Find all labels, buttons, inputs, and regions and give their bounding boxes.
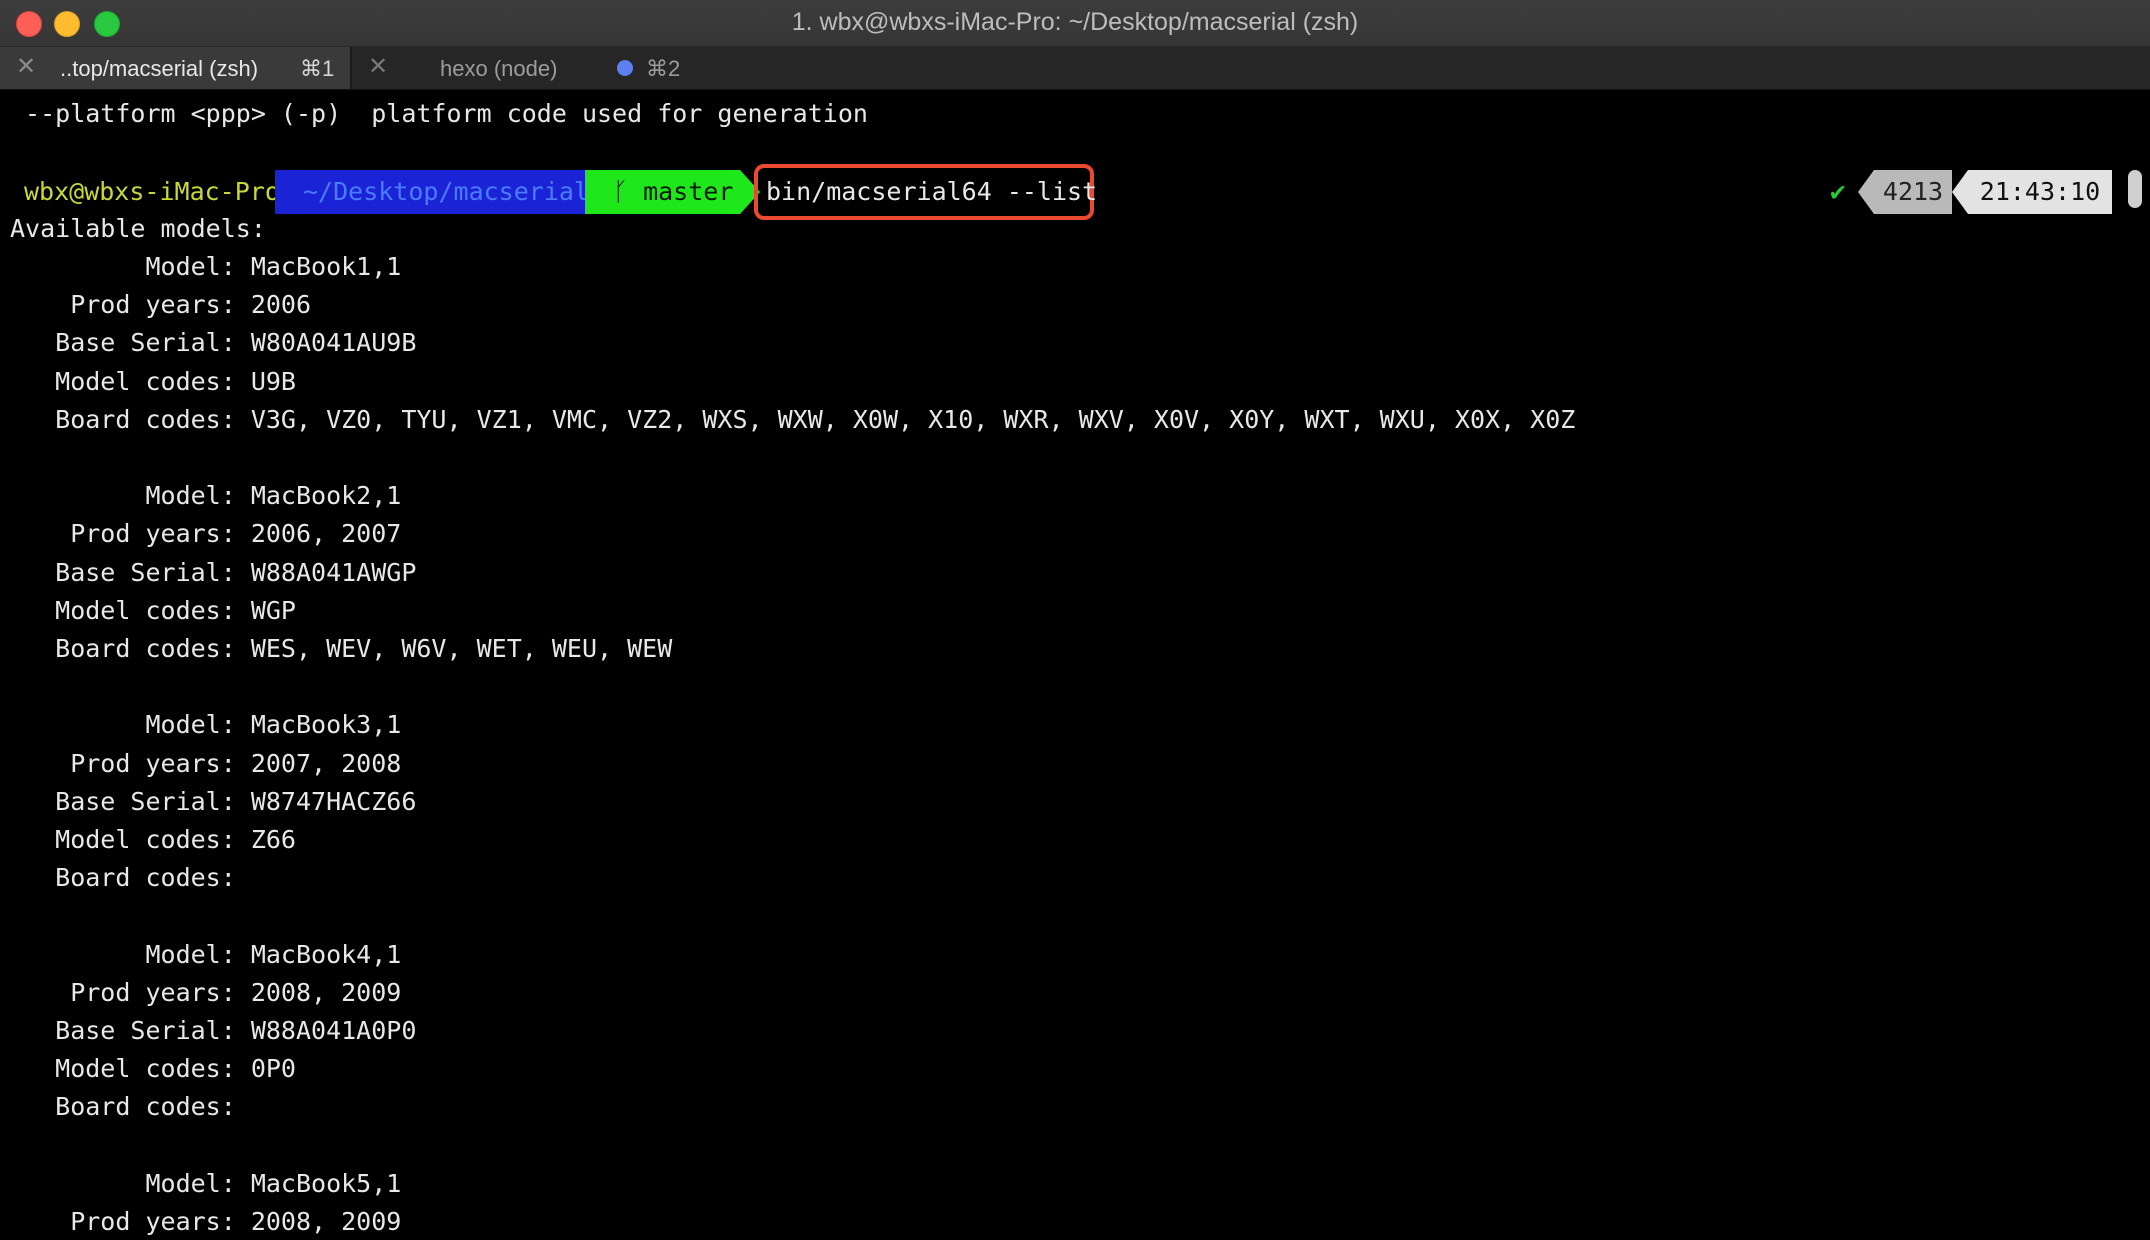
output-line: Prod years: 2007, 2008 bbox=[10, 748, 402, 778]
output-line: Board codes: bbox=[10, 863, 236, 893]
output-line: Model: MacBook4,1 bbox=[10, 939, 402, 969]
output-line: Prod years: 2006, 2007 bbox=[10, 519, 402, 549]
output-line: Base Serial: W88A041AWGP bbox=[10, 557, 417, 587]
tab-hexo[interactable]: ✕ hexo (node) ⌘2 bbox=[352, 47, 692, 89]
output-line: --platform <ppp> (-p) platform code used… bbox=[10, 99, 868, 128]
output-line: Board codes: V3G, VZ0, TYU, VZ1, VMC, VZ… bbox=[10, 404, 1576, 434]
output-line: Model codes: Z66 bbox=[10, 825, 296, 854]
output-line: Model: MacBook1,1 bbox=[10, 252, 402, 281]
prompt-branch-segment: ᚴ master bbox=[585, 170, 740, 214]
output-line: Board codes: WES, WEV, W6V, WET, WEU, WE… bbox=[10, 634, 673, 663]
prompt-branch: master bbox=[643, 177, 734, 206]
output-line: Base Serial: W88A041A0P0 bbox=[10, 1016, 417, 1045]
output-line: Model: MacBook3,1 bbox=[10, 710, 402, 740]
prompt-command: bin/macserial64 --list bbox=[766, 177, 1098, 206]
success-check-icon: ✔ bbox=[1830, 177, 1846, 207]
output-line: Base Serial: W80A041AU9B bbox=[10, 328, 417, 358]
activity-dot-icon bbox=[617, 60, 633, 76]
history-count: 4213 bbox=[1874, 170, 1952, 214]
tab-label: ..top/macserial (zsh) bbox=[60, 56, 259, 81]
tab-macserial[interactable]: ✕ ..top/macserial (zsh) ⌘1 bbox=[0, 47, 350, 89]
segment-arrow bbox=[1858, 170, 1874, 214]
tab-bar: ✕ ..top/macserial (zsh) ⌘1 ✕ hexo (node)… bbox=[0, 47, 2150, 90]
close-icon[interactable]: ✕ bbox=[366, 55, 390, 79]
tab-shortcut: ⌘2 bbox=[646, 56, 681, 81]
segment-arrow bbox=[1952, 170, 1968, 214]
terminal-output[interactable]: --platform <ppp> (-p) platform code used… bbox=[0, 90, 2150, 1240]
title-bar[interactable]: 1. wbx@wbxs-iMac-Pro: ~/Desktop/macseria… bbox=[0, 0, 2150, 47]
window-title: 1. wbx@wbxs-iMac-Pro: ~/Desktop/macseria… bbox=[791, 8, 1359, 36]
output-line: Base Serial: W8747HACZ66 bbox=[10, 786, 417, 816]
output-line: Board codes: bbox=[10, 1092, 236, 1122]
prompt-user: wbx@wbxs-iMac-Pro bbox=[24, 177, 280, 206]
output-line: Prod years: 2006 bbox=[10, 290, 312, 320]
git-branch-icon: ᚴ bbox=[613, 177, 629, 206]
output-line: Model codes: U9B bbox=[10, 366, 296, 396]
tab-shortcut: ⌘1 bbox=[300, 56, 335, 81]
shell-prompt: wbx@wbxs-iMac-Pro ~/Desktop/macserial ᚴ … bbox=[0, 164, 2150, 220]
output-line: Prod years: 2008, 2009 bbox=[10, 977, 402, 1007]
prompt-time: 21:43:10 bbox=[1968, 170, 2112, 214]
output-line: Model codes: 0P0 bbox=[10, 1054, 296, 1084]
tab-label: hexo (node) bbox=[440, 56, 558, 81]
scrollbar-thumb[interactable] bbox=[2128, 170, 2142, 208]
output-line: Model: MacBook2,1 bbox=[10, 481, 402, 511]
output-line: Model: MacBook5,1 bbox=[10, 1168, 402, 1198]
terminal-window: 1. wbx@wbxs-iMac-Pro: ~/Desktop/macseria… bbox=[0, 0, 2150, 1240]
output-line: Model codes: WGP bbox=[10, 595, 296, 625]
prompt-path: ~/Desktop/macserial bbox=[275, 170, 589, 214]
close-icon[interactable]: ✕ bbox=[14, 55, 38, 79]
output-line: Prod years: 2008, 2009 bbox=[10, 1207, 402, 1236]
output-heading: Available models: bbox=[10, 214, 266, 243]
